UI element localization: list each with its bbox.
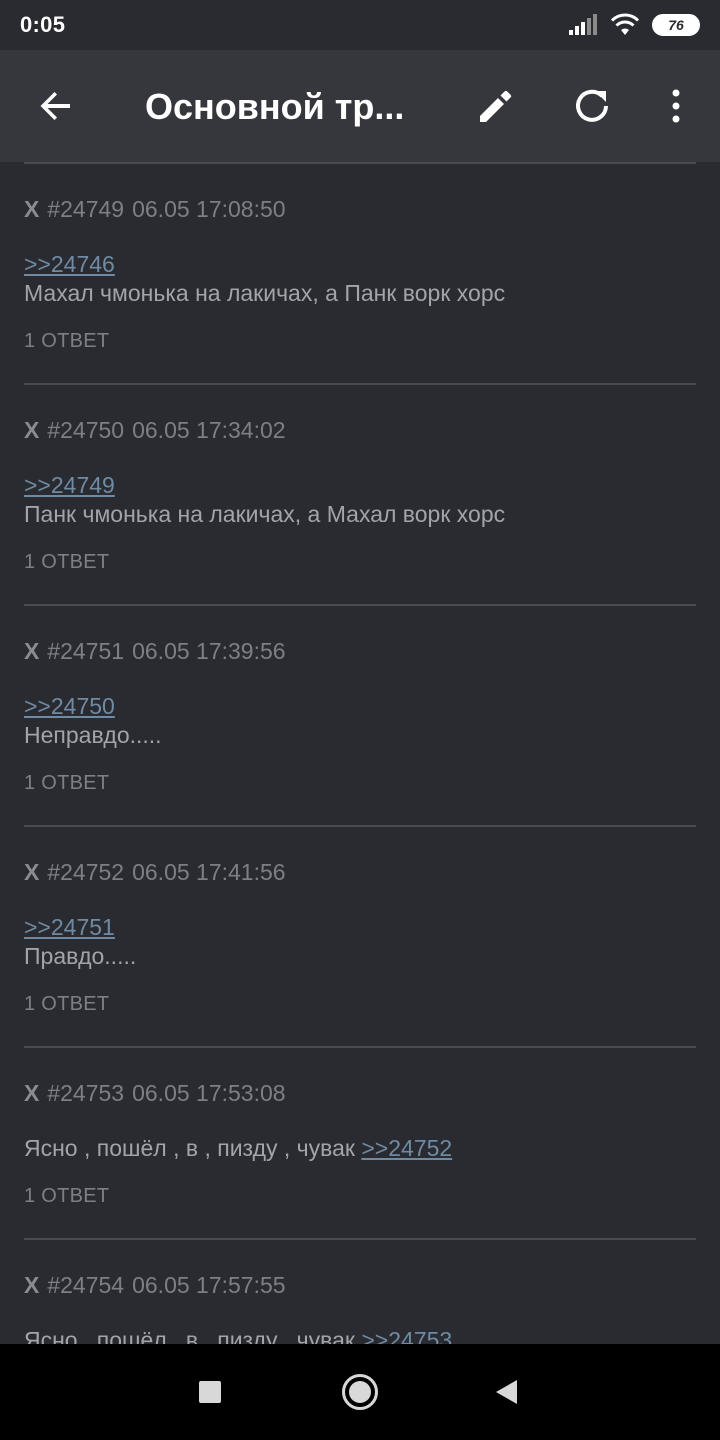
reply-link[interactable]: >>24753	[361, 1327, 452, 1344]
post-author: X	[24, 417, 40, 443]
refresh-button[interactable]	[556, 50, 628, 162]
post-number[interactable]: #24752	[47, 859, 124, 886]
signal-icon	[569, 14, 597, 35]
status-time: 0:05	[20, 12, 66, 37]
reply-link[interactable]: >>24746	[24, 251, 115, 277]
square-icon	[199, 1381, 221, 1403]
refresh-icon	[576, 89, 608, 122]
more-menu-button[interactable]	[640, 50, 712, 162]
post-body: Ясно , пошёл , в , пизду , чувак >>24753	[24, 1326, 696, 1344]
post[interactable]: X #24750 06.05 17:34:02 >>24749 Панк чмо…	[24, 385, 696, 581]
post-date: 06.05 17:39:56	[132, 638, 286, 664]
reply-link[interactable]: >>24750	[24, 693, 115, 719]
home-button[interactable]	[336, 1368, 384, 1416]
post-date: 06.05 17:41:56	[132, 859, 286, 885]
post-header: X #24751 06.05 17:39:56	[24, 606, 696, 678]
post-header: X #24753 06.05 17:53:08	[24, 1048, 696, 1120]
posts-feed[interactable]: X #24749 06.05 17:08:50 >>24746 Махал чм…	[24, 162, 696, 1344]
post-body: >>24751 Правдо.....	[24, 913, 696, 971]
arrow-left-icon	[40, 92, 70, 120]
post-author: X	[24, 859, 40, 885]
post-header: X #24749 06.05 17:08:50	[24, 164, 696, 236]
post-number[interactable]: #24750	[47, 417, 124, 444]
post-date: 06.05 17:34:02	[132, 417, 286, 443]
post[interactable]: X #24752 06.05 17:41:56 >>24751 Правдо..…	[24, 827, 696, 1023]
post-body: >>24749 Панк чмонька на лакичах, а Махал…	[24, 471, 696, 529]
post-number[interactable]: #24749	[47, 196, 124, 223]
status-bar: 0:05 76	[0, 0, 720, 50]
post-number[interactable]: #24754	[47, 1272, 124, 1299]
post-text: Панк чмонька на лакичах, а Махал ворк хо…	[24, 501, 506, 527]
post-header: X #24754 06.05 17:57:55	[24, 1240, 696, 1312]
post-date: 06.05 17:53:08	[132, 1080, 286, 1106]
reply-link[interactable]: >>24749	[24, 472, 115, 498]
edit-button[interactable]	[460, 50, 532, 162]
system-nav-bar	[0, 1344, 720, 1440]
more-vertical-icon	[672, 89, 680, 123]
battery-level: 76	[668, 17, 684, 33]
post-author: X	[24, 1080, 40, 1106]
post-text: Неправдо.....	[24, 722, 162, 748]
wifi-icon	[610, 13, 640, 35]
post-text: Махал чмонька на лакичах, а Панк ворк хо…	[24, 280, 506, 306]
toolbar: Основной тр...	[0, 50, 720, 162]
post-text: Правдо.....	[24, 943, 137, 969]
replies-button[interactable]: 1 ОТВЕТ	[24, 1185, 696, 1215]
post-body: >>24746 Махал чмонька на лакичах, а Панк…	[24, 250, 696, 308]
battery-icon: 76	[652, 14, 700, 36]
post-header: X #24752 06.05 17:41:56	[24, 827, 696, 899]
reply-link[interactable]: >>24751	[24, 914, 115, 940]
post-body: Ясно , пошёл , в , пизду , чувак >>24752	[24, 1134, 696, 1163]
status-icons: 76	[568, 12, 700, 38]
post-number[interactable]: #24753	[47, 1080, 124, 1107]
replies-button[interactable]: 1 ОТВЕТ	[24, 772, 696, 802]
post[interactable]: X #24753 06.05 17:53:08 Ясно , пошёл , в…	[24, 1048, 696, 1215]
back-button[interactable]	[20, 50, 92, 162]
post-author: X	[24, 1272, 40, 1298]
replies-button[interactable]: 1 ОТВЕТ	[24, 993, 696, 1023]
post[interactable]: X #24751 06.05 17:39:56 >>24750 Неправдо…	[24, 606, 696, 802]
post-date: 06.05 17:57:55	[132, 1272, 286, 1298]
reply-link[interactable]: >>24752	[361, 1135, 452, 1161]
post-text: Ясно , пошёл , в , пизду , чувак	[24, 1135, 362, 1161]
post-author: X	[24, 638, 40, 664]
replies-button[interactable]: 1 ОТВЕТ	[24, 551, 696, 581]
post-header: X #24750 06.05 17:34:02	[24, 385, 696, 457]
post-body: >>24750 Неправдо.....	[24, 692, 696, 750]
replies-button[interactable]: 1 ОТВЕТ	[24, 330, 696, 360]
post-number[interactable]: #24751	[47, 638, 124, 665]
post[interactable]: X #24754 06.05 17:57:55 Ясно , пошёл , в…	[24, 1240, 696, 1344]
triangle-back-icon	[496, 1380, 517, 1404]
circle-icon	[342, 1374, 378, 1410]
thread-title: Основной тр...	[145, 86, 405, 127]
pencil-icon	[480, 90, 512, 122]
recents-button[interactable]	[186, 1368, 234, 1416]
back-nav-button[interactable]	[482, 1368, 530, 1416]
post-date: 06.05 17:08:50	[132, 196, 286, 222]
post[interactable]: X #24749 06.05 17:08:50 >>24746 Махал чм…	[24, 164, 696, 360]
post-text: Ясно , пошёл , в , пизду , чувак	[24, 1327, 362, 1344]
post-author: X	[24, 196, 40, 222]
